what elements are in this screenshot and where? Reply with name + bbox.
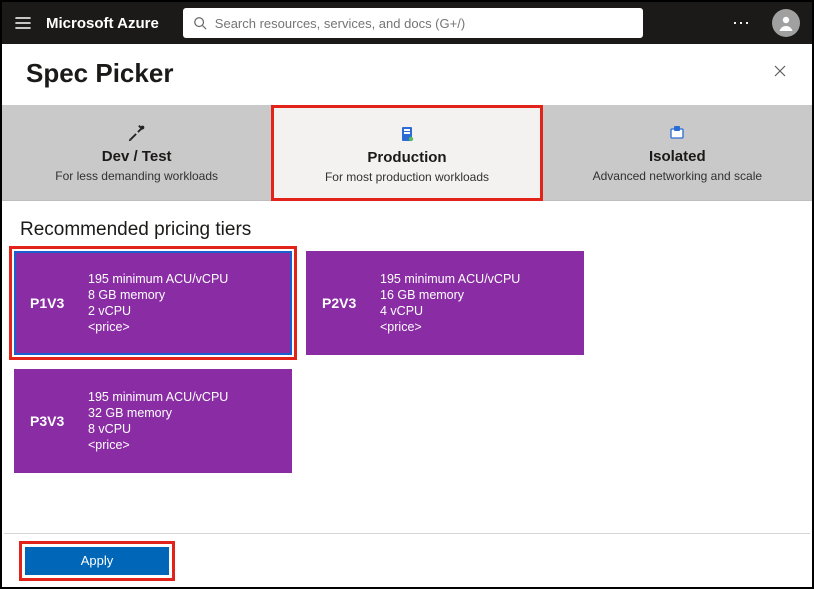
tools-icon bbox=[126, 122, 148, 144]
footer-bar: Apply bbox=[4, 533, 810, 587]
top-bar: Microsoft Azure ⋯ bbox=[2, 2, 812, 44]
workload-tabs: Dev / Test For less demanding workloads … bbox=[2, 105, 812, 201]
tab-subtitle: Advanced networking and scale bbox=[593, 169, 762, 183]
tab-dev-test[interactable]: Dev / Test For less demanding workloads bbox=[2, 105, 271, 201]
tier-price: <price> bbox=[88, 438, 228, 452]
tier-price: <price> bbox=[88, 320, 228, 334]
tab-subtitle: For less demanding workloads bbox=[55, 169, 218, 183]
blade-title: Spec Picker bbox=[26, 58, 173, 89]
tier-vcpu: 8 vCPU bbox=[88, 422, 228, 436]
tier-vcpu: 2 vCPU bbox=[88, 304, 228, 318]
brand-title: Microsoft Azure bbox=[46, 15, 159, 32]
tab-title: Isolated bbox=[649, 148, 706, 165]
apply-button[interactable]: Apply bbox=[25, 547, 169, 575]
apply-highlight: Apply bbox=[22, 544, 172, 578]
close-button[interactable] bbox=[772, 63, 788, 84]
tier-vcpu: 4 vCPU bbox=[380, 304, 520, 318]
tier-sku: P2V3 bbox=[322, 295, 380, 311]
tier-specs: 195 minimum ACU/vCPU 32 GB memory 8 vCPU… bbox=[88, 390, 228, 452]
tier-memory: 8 GB memory bbox=[88, 288, 228, 302]
tier-acu: 195 minimum ACU/vCPU bbox=[88, 272, 228, 286]
server-icon bbox=[397, 123, 417, 145]
tab-title: Dev / Test bbox=[102, 148, 172, 165]
menu-icon[interactable] bbox=[14, 14, 32, 32]
tier-memory: 16 GB memory bbox=[380, 288, 520, 302]
close-icon bbox=[772, 63, 788, 79]
tier-specs: 195 minimum ACU/vCPU 8 GB memory 2 vCPU … bbox=[88, 272, 228, 334]
search-icon bbox=[193, 16, 207, 30]
avatar[interactable] bbox=[772, 9, 800, 37]
tier-card-p3v3[interactable]: P3V3 195 minimum ACU/vCPU 32 GB memory 8… bbox=[14, 369, 292, 473]
blade-content: Dev / Test For less demanding workloads … bbox=[2, 105, 812, 530]
isolated-icon bbox=[668, 122, 686, 144]
tier-sku: P3V3 bbox=[30, 413, 88, 429]
user-icon bbox=[776, 13, 796, 33]
tab-isolated[interactable]: Isolated Advanced networking and scale bbox=[543, 105, 812, 201]
tab-subtitle: For most production workloads bbox=[325, 170, 489, 184]
search-input[interactable] bbox=[215, 16, 633, 31]
tab-title: Production bbox=[367, 149, 446, 166]
blade-header: Spec Picker bbox=[2, 44, 812, 105]
tier-card-p2v3[interactable]: P2V3 195 minimum ACU/vCPU 16 GB memory 4… bbox=[306, 251, 584, 355]
search-box[interactable] bbox=[183, 8, 643, 38]
more-icon[interactable]: ⋯ bbox=[726, 13, 758, 34]
tier-acu: 195 minimum ACU/vCPU bbox=[380, 272, 520, 286]
tier-memory: 32 GB memory bbox=[88, 406, 228, 420]
tier-acu: 195 minimum ACU/vCPU bbox=[88, 390, 228, 404]
tier-card-p1v3[interactable]: P1V3 195 minimum ACU/vCPU 8 GB memory 2 … bbox=[14, 251, 292, 355]
tab-production[interactable]: Production For most production workloads bbox=[271, 105, 542, 201]
tier-specs: 195 minimum ACU/vCPU 16 GB memory 4 vCPU… bbox=[380, 272, 520, 334]
recommended-title: Recommended pricing tiers bbox=[2, 201, 812, 251]
tier-price: <price> bbox=[380, 320, 520, 334]
pricing-tiers: P1V3 195 minimum ACU/vCPU 8 GB memory 2 … bbox=[2, 251, 812, 497]
tier-sku: P1V3 bbox=[30, 295, 88, 311]
